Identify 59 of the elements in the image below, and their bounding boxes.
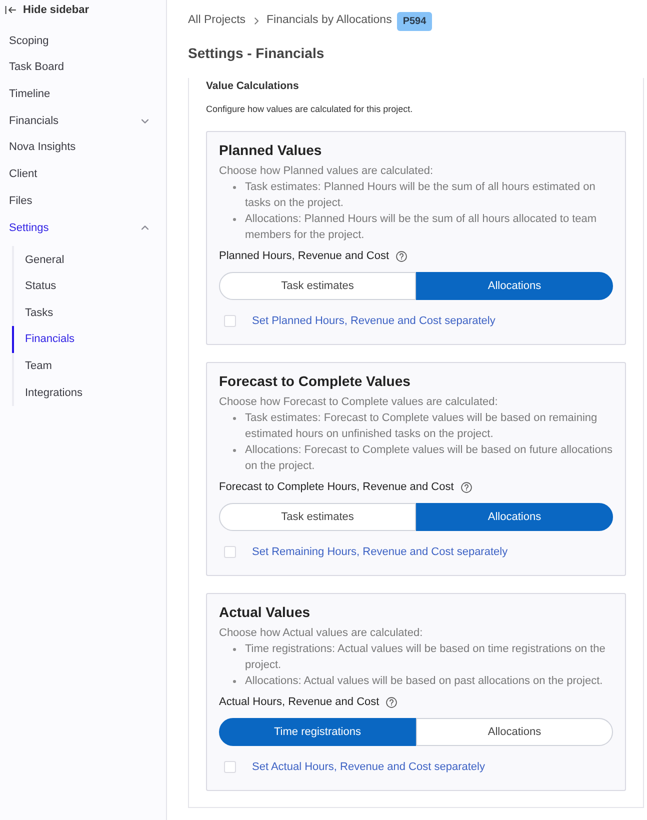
bullet-text: Allocations: Forecast to Complete values will be based on future allocations on the project. — [245, 443, 613, 474]
sidebar-item[interactable]: Timeline — [0, 80, 166, 108]
field-label: Forecast to Complete Hours, Revenue and Cost — [219, 480, 454, 495]
help-icon — [396, 250, 407, 262]
checkbox[interactable] — [224, 315, 236, 327]
page-title: Settings - Financials — [188, 44, 326, 63]
card-title: Actual Values — [219, 603, 312, 621]
field-label: Actual Hours, Revenue and Cost — [219, 695, 380, 710]
bullet-icon — [233, 186, 236, 189]
sidebar-item[interactable]: Settings — [0, 214, 166, 242]
sidebar-item[interactable]: Financials — [0, 108, 166, 134]
section-title: Value Calculations — [206, 79, 300, 94]
sidebar-item[interactable]: Client — [0, 161, 166, 188]
card-title: Planned Values — [219, 141, 323, 159]
sidebar-subitem[interactable]: Tasks — [12, 300, 132, 326]
bullet-text: Time registrations: Actual values will be based on time registrations on the project. — [245, 642, 606, 673]
help-icon — [460, 482, 472, 492]
breadcrumb-link[interactable]: Financials by Allocations — [266, 12, 392, 30]
checkbox-label[interactable]: Set Remaining Hours, Revenue and Cost separately — [252, 544, 508, 560]
breadcrumb-link[interactable]: All Projects — [188, 12, 246, 30]
bullet-icon — [233, 648, 236, 651]
toggle-option[interactable]: Allocations — [416, 272, 613, 300]
bullet-icon — [233, 417, 236, 420]
field-label: Planned Hours, Revenue and Cost — [219, 249, 389, 264]
sidebar-item[interactable]: Task Board — [0, 54, 166, 81]
section-description: Configure how values are calculated for this project. — [206, 103, 414, 116]
toggle-option[interactable]: Allocations — [416, 718, 613, 746]
sidebar-item[interactable]: Scoping — [0, 28, 166, 54]
bullet-icon — [233, 449, 236, 452]
hide-sidebar-button[interactable]: Hide sidebar — [0, 0, 90, 20]
bullet-text: Task estimates: Planned Hours will be the sum of all hours estimated on tasks on the project. — [245, 180, 596, 211]
checkbox-label[interactable]: Set Actual Hours, Revenue and Cost separately — [252, 759, 485, 775]
bullet-text: Allocations: Planned Hours will be the sum of all hours allocated to team members for the project. — [245, 212, 598, 243]
project-id-tag: P594 — [396, 12, 432, 30]
checkbox-label[interactable]: Set Planned Hours, Revenue and Cost separately — [252, 313, 496, 329]
bullet-icon — [233, 680, 236, 683]
toggle-option[interactable]: Task estimates — [219, 272, 416, 300]
sidebar-item[interactable]: Nova Insights — [0, 134, 166, 162]
card-description: Choose how Actual values are calculated: — [219, 626, 424, 641]
sidebar-subitem[interactable]: Status — [12, 273, 132, 300]
sidebar-subitem[interactable]: Integrations — [12, 379, 132, 406]
card-title: Forecast to Complete Values — [219, 372, 412, 390]
checkbox[interactable] — [224, 546, 236, 558]
bullet-text: Allocations: Actual values will be based on past allocations on the project. — [245, 674, 603, 689]
card-description: Choose how Planned values are calculated: — [219, 164, 434, 179]
bar-arrow-left-icon — [5, 5, 16, 15]
bullet-text: Task estimates: Forecast to Complete values will be based on remaining estimated hours on unfinished tasks on the project. — [245, 411, 598, 442]
sidebar-subitem[interactable]: Team — [12, 352, 132, 380]
toggle-option[interactable]: Time registrations — [219, 718, 416, 746]
toggle-option[interactable]: Allocations — [416, 503, 613, 531]
checkbox[interactable] — [224, 761, 236, 773]
sidebar-item[interactable]: Files — [0, 188, 166, 214]
chevron-right-icon — [254, 17, 259, 25]
toggle-option[interactable]: Task estimates — [219, 503, 416, 531]
sidebar-subitem[interactable]: General — [12, 246, 132, 274]
bullet-icon — [233, 218, 236, 221]
sidebar-subitem[interactable]: Financials — [12, 326, 132, 353]
card-description: Choose how Forecast to Complete values are calculated: — [219, 395, 499, 410]
help-icon — [386, 696, 398, 708]
